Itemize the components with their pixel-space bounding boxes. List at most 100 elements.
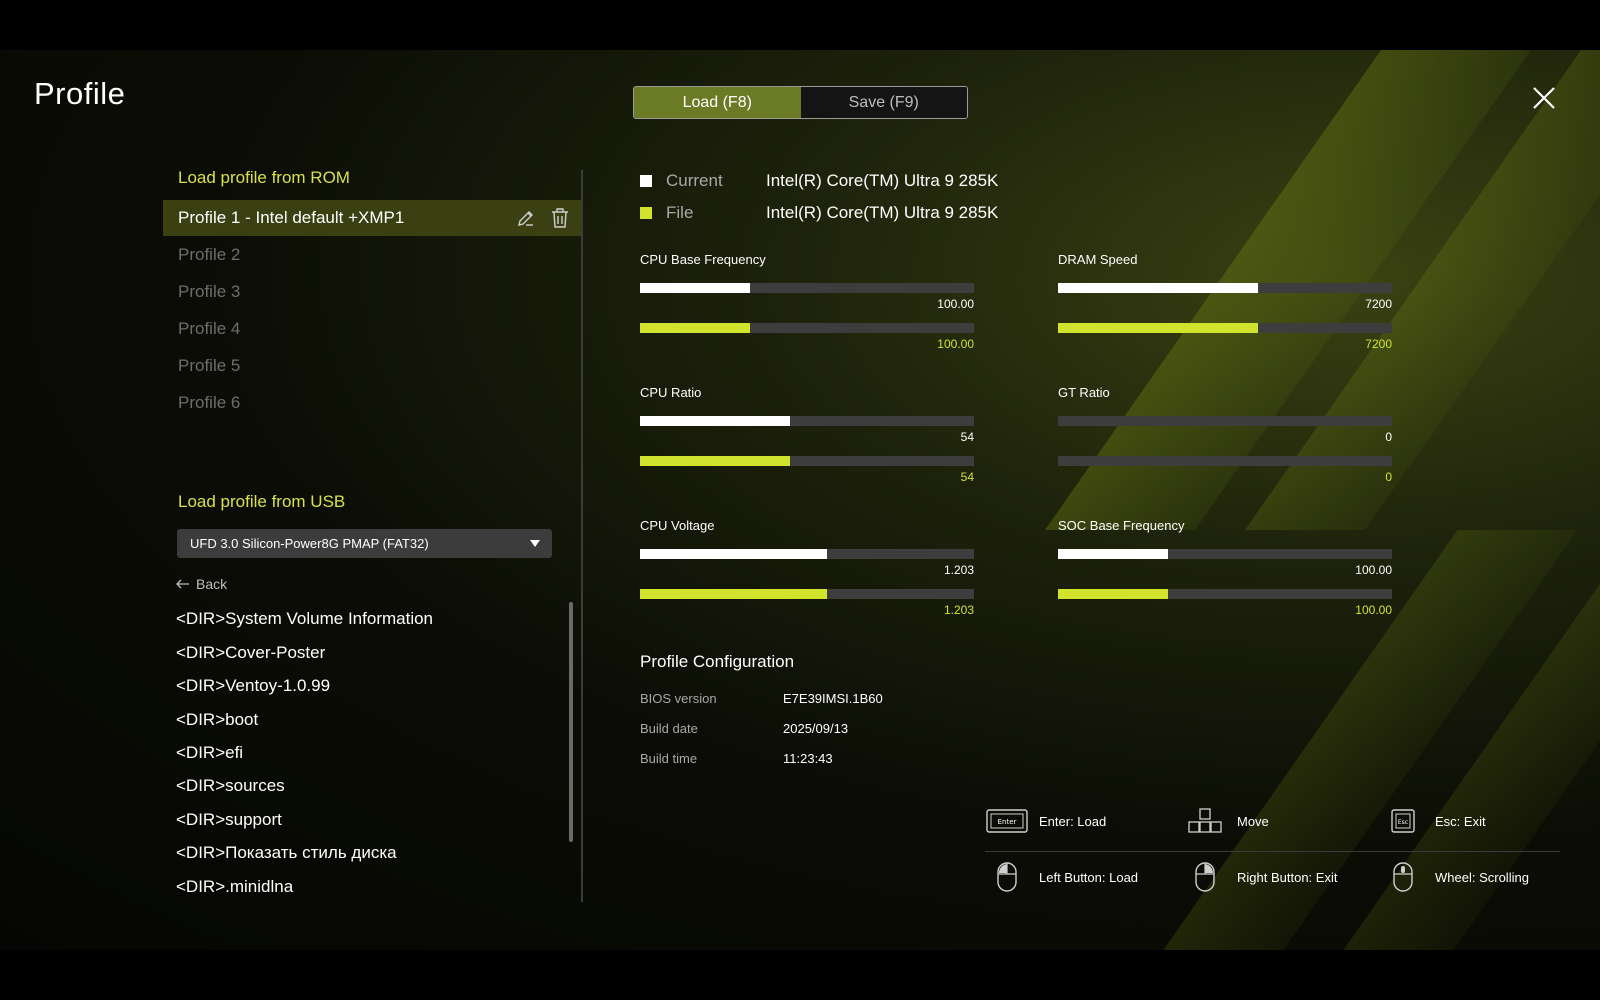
metric-bar-file	[640, 456, 974, 466]
usb-dir-item[interactable]: <DIR>efi	[176, 743, 243, 763]
legend-value: Intel(R) Core(TM) Ultra 9 285K	[766, 171, 999, 190]
hint-divider	[985, 851, 1560, 852]
metric-value-current: 54	[960, 430, 974, 444]
rom-profile-item[interactable]: Profile 4	[163, 311, 582, 347]
metric-bar-current	[1058, 283, 1392, 293]
rom-profile-item[interactable]: Profile 1 - Intel default +XMP1	[163, 200, 582, 236]
hint-label: Left Button: Load	[1039, 869, 1139, 885]
chevron-down-icon	[530, 540, 540, 547]
rom-profile-item[interactable]: Profile 5	[163, 348, 582, 384]
metric-bar-fill	[1058, 323, 1258, 333]
metric-value-file: 7200	[1365, 337, 1392, 351]
metric-bar-fill	[640, 456, 790, 466]
config-row: BIOS version E7E39IMSI.1B60	[640, 691, 883, 706]
metric-block: DRAM Speed 7200 7200	[1058, 252, 1392, 362]
usb-dir-item[interactable]: <DIR>Ventoy-1.0.99	[176, 676, 330, 696]
arrow-left-icon	[176, 579, 189, 589]
legend-file: File Intel(R) Core(TM) Ultra 9 285K	[640, 203, 998, 223]
metric-bar-current	[1058, 549, 1392, 559]
usb-device-value: UFD 3.0 Silicon-Power8G PMAP (FAT32)	[190, 536, 429, 551]
metric-block: SOC Base Frequency 100.00 100.00	[1058, 518, 1392, 628]
arrow-keys-icon	[1183, 806, 1227, 836]
mouse-wheel-icon	[1381, 862, 1425, 892]
page-title: Profile	[34, 76, 126, 111]
top-letterbox	[0, 0, 1600, 50]
metric-bar-fill	[1058, 549, 1168, 559]
profile-label: Profile 6	[178, 393, 241, 412]
usb-dir-item[interactable]: <DIR>support	[176, 810, 282, 830]
metric-value-file: 0	[1385, 470, 1392, 484]
metric-value-file: 1.203	[943, 603, 974, 617]
profile-label: Profile 5	[178, 356, 241, 375]
metric-bar-fill	[1058, 283, 1258, 293]
config-key: BIOS version	[640, 691, 717, 706]
mouse-right-icon	[1183, 862, 1227, 892]
metric-block: GT Ratio 0 0	[1058, 385, 1392, 495]
esc-key-icon: Esc	[1381, 806, 1425, 836]
metric-block: CPU Base Frequency 100.00 100.00	[640, 252, 974, 362]
usb-dir-item[interactable]: <DIR>System Volume Information	[176, 609, 433, 629]
rom-profile-item[interactable]: Profile 6	[163, 385, 582, 421]
hint-right-button: Right Button: Exit	[1183, 862, 1337, 892]
metric-bar-current	[640, 283, 974, 293]
metric-value-current: 0	[1385, 430, 1392, 444]
metric-bar-fill	[640, 589, 827, 599]
bottom-letterbox	[0, 950, 1600, 1000]
usb-dir-item[interactable]: <DIR>Показать стиль диска	[176, 843, 397, 863]
metric-block: CPU Voltage 1.203 1.203	[640, 518, 974, 628]
usb-dir-item[interactable]: <DIR>Cover-Poster	[176, 643, 325, 663]
usb-dir-item[interactable]: <DIR>boot	[176, 710, 258, 730]
close-icon[interactable]	[1530, 84, 1558, 112]
config-row: Build date 2025/09/13	[640, 721, 848, 736]
metric-bar-current	[640, 549, 974, 559]
enter-key-icon: Enter	[985, 806, 1029, 836]
svg-text:Esc: Esc	[1398, 819, 1408, 826]
hint-label: Enter: Load	[1039, 813, 1107, 829]
hint-label: Wheel: Scrolling	[1435, 869, 1529, 885]
metric-label: GT Ratio	[1058, 385, 1110, 400]
metric-bar-current	[1058, 416, 1392, 426]
config-value: E7E39IMSI.1B60	[783, 691, 883, 706]
load-save-tabs: Load (F8) Save (F9)	[633, 86, 968, 119]
hint-wheel: Wheel: Scrolling	[1381, 862, 1529, 892]
metric-bar-fill	[640, 549, 827, 559]
rom-profile-item[interactable]: Profile 2	[163, 237, 582, 273]
hint-label: Right Button: Exit	[1237, 869, 1338, 885]
profile-label: Profile 3	[178, 282, 241, 301]
hint-move: Move	[1183, 806, 1269, 836]
metric-bar-fill	[640, 323, 750, 333]
metric-bar-file	[1058, 589, 1392, 599]
legend-label: File	[666, 203, 694, 222]
hint-left-button: Left Button: Load	[985, 862, 1138, 892]
hint-enter: Enter Enter: Load	[985, 806, 1106, 836]
back-label: Back	[196, 576, 228, 592]
config-key: Build date	[640, 721, 698, 736]
rom-section-title: Load profile from ROM	[178, 168, 350, 187]
config-row: Build time 11:23:43	[640, 751, 833, 766]
metric-label: SOC Base Frequency	[1058, 518, 1185, 533]
usb-device-select[interactable]: UFD 3.0 Silicon-Power8G PMAP (FAT32)	[177, 529, 552, 558]
usb-section-title: Load profile from USB	[178, 492, 346, 511]
usb-list-scrollbar[interactable]	[569, 602, 573, 842]
mouse-left-icon	[985, 862, 1029, 892]
usb-dir-item[interactable]: <DIR>.minidlna	[176, 877, 293, 897]
metric-bar-current	[640, 416, 974, 426]
usb-dir-item[interactable]: <DIR>sources	[176, 776, 285, 796]
legend-label: Current	[666, 171, 723, 190]
metric-bar-file	[640, 589, 974, 599]
tab-save[interactable]: Save (F9)	[800, 87, 967, 118]
edit-icon[interactable]	[514, 206, 538, 230]
back-link[interactable]: Back	[176, 576, 227, 592]
rom-profile-item[interactable]: Profile 3	[163, 274, 582, 310]
metric-bar-fill	[640, 416, 790, 426]
config-title: Profile Configuration	[640, 652, 795, 671]
tab-load[interactable]: Load (F8)	[634, 87, 801, 118]
metric-label: CPU Ratio	[640, 385, 702, 400]
trash-icon[interactable]	[548, 206, 572, 230]
metric-block: CPU Ratio 54 54	[640, 385, 974, 495]
legend-current: Current Intel(R) Core(TM) Ultra 9 285K	[640, 171, 998, 191]
metric-value-file: 54	[960, 470, 974, 484]
profile-label: Profile 4	[178, 319, 241, 338]
metric-value-current: 7200	[1365, 297, 1392, 311]
hint-label: Esc: Exit	[1435, 813, 1486, 829]
